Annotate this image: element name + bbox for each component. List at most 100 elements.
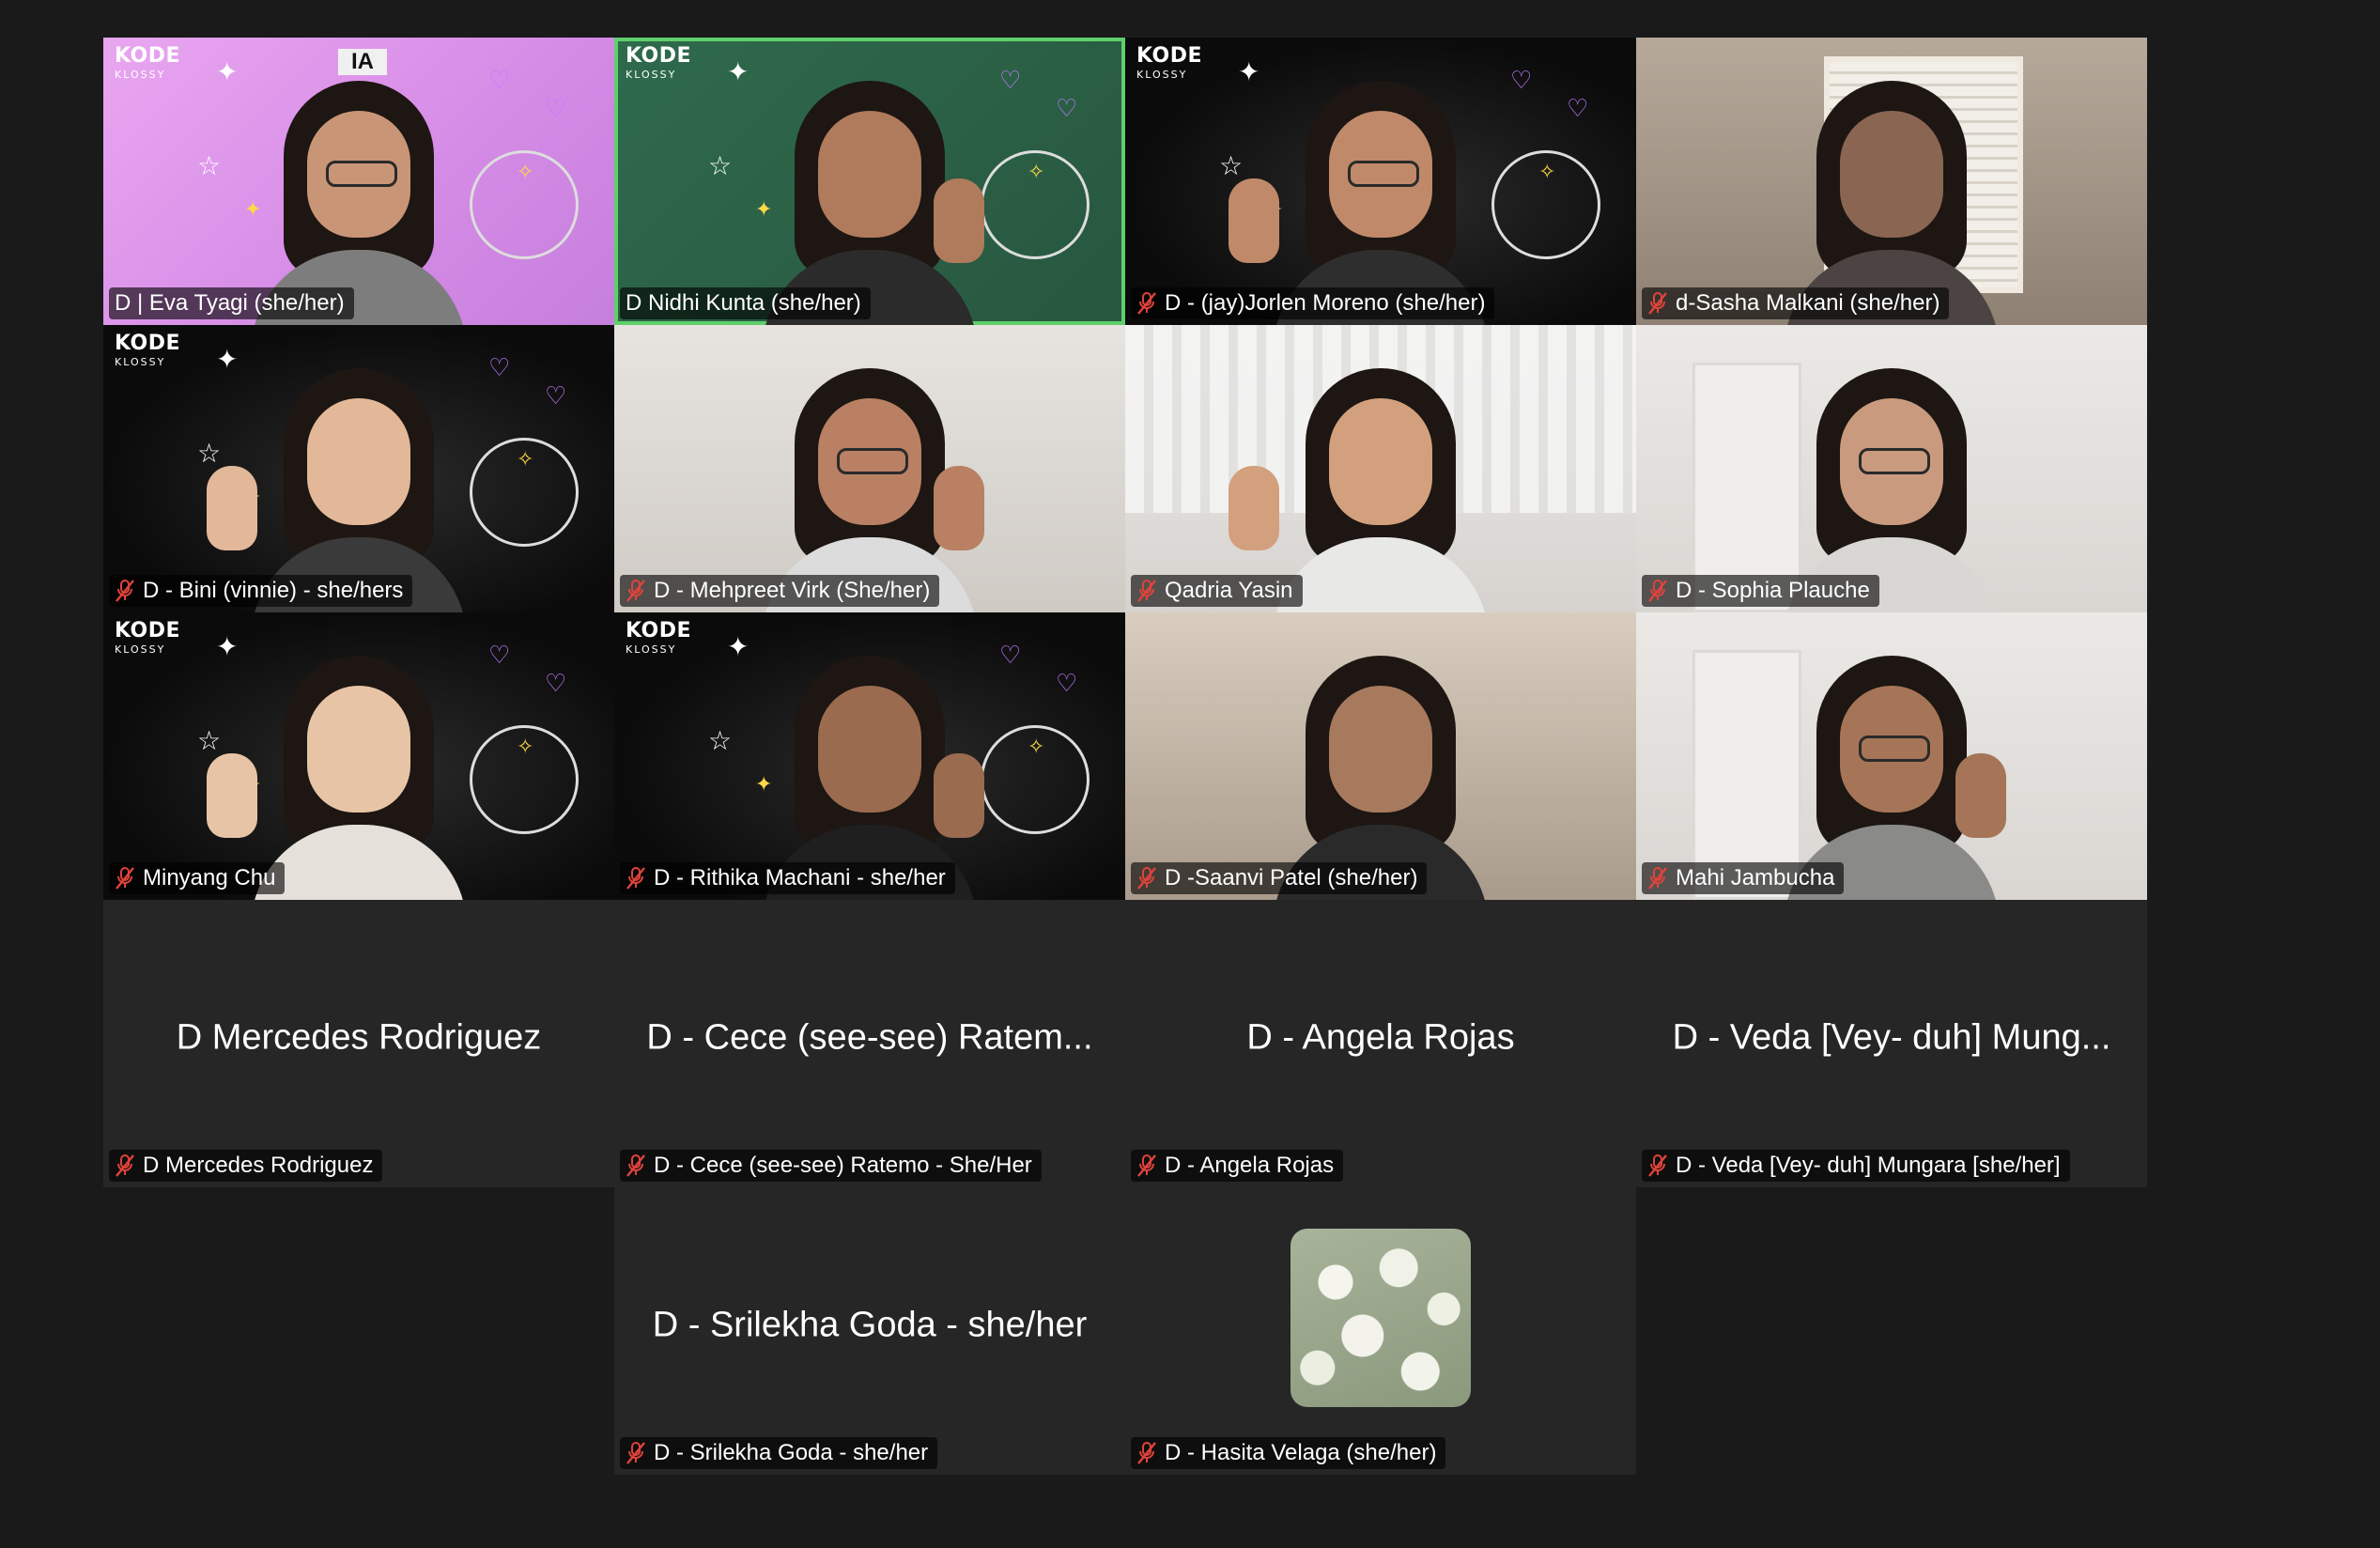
- tulip-photo-avatar: [1290, 1229, 1471, 1407]
- muted-microphone-icon: [1648, 867, 1667, 890]
- participant-tile[interactable]: KODEKLOSSY✦♡✧☆✦♡D - (jay)Jorlen Moreno (…: [1125, 38, 1636, 325]
- heart-sticker-icon: ♡: [488, 641, 511, 669]
- participant-tile[interactable]: d-Sasha Malkani (she/her): [1636, 38, 2147, 325]
- participant-display-name: D - Veda [Vey- duh] Mung...: [1672, 1017, 2111, 1058]
- participant-name-label: D - Hasita Velaga (she/her): [1131, 1437, 1446, 1469]
- participant-name-text: D | Eva Tyagi (she/her): [115, 290, 345, 316]
- hand-gesture: [1229, 178, 1279, 263]
- star-sticker-icon: ✦: [727, 632, 750, 661]
- hand-gesture: [934, 466, 984, 550]
- kode-klossy-logo: KODE KLOSSY: [626, 619, 692, 657]
- participant-name-label: D | Eva Tyagi (she/her): [109, 287, 354, 319]
- participant-tile[interactable]: KODEKLOSSY✦♡✧☆✦♡Minyang Chu: [103, 612, 614, 900]
- star-sticker-icon: ☆: [708, 726, 733, 755]
- participant-name-label: Mahi Jambucha: [1642, 862, 1845, 894]
- heart-sticker-icon: ♡: [1510, 66, 1533, 94]
- participant-name-label: D - Srilekha Goda - she/her: [620, 1437, 938, 1469]
- participant-tile[interactable]: D Mercedes Rodriguez D Mercedes Rodriguez: [103, 900, 614, 1187]
- participant-display-name: D - Srilekha Goda - she/her: [652, 1305, 1088, 1345]
- muted-microphone-icon: [1648, 292, 1667, 315]
- heart-sticker-icon: ♡: [545, 94, 567, 122]
- muted-microphone-icon: [626, 1442, 645, 1464]
- participant-name-label: D - Rithika Machani - she/her: [620, 862, 955, 894]
- hand-gesture: [1955, 753, 2006, 838]
- hand-gesture: [1229, 466, 1279, 550]
- participant-tile[interactable]: Mahi Jambucha: [1636, 612, 2147, 900]
- kode-klossy-logo: KODE KLOSSY: [115, 44, 181, 82]
- participant-name-text: Mahi Jambucha: [1676, 865, 1835, 890]
- muted-microphone-icon: [116, 580, 134, 602]
- participant-tile[interactable]: KODEKLOSSY✦♡✧☆✦♡D - Bini (vinnie) - she/…: [103, 325, 614, 612]
- spark-sticker-icon: ✧: [517, 447, 534, 471]
- star-sticker-icon: ☆: [1219, 151, 1244, 180]
- spark-sticker-icon: ✧: [517, 160, 534, 183]
- participant-name-label: D Nidhi Kunta (she/her): [620, 287, 871, 319]
- star-sticker-icon: ✦: [216, 57, 239, 86]
- participant-name-text: d-Sasha Malkani (she/her): [1676, 290, 1940, 316]
- participant-name-text: D - Sophia Plauche: [1676, 578, 1870, 603]
- participant-tile[interactable]: D - Cece (see-see) Ratem... D - Cece (see…: [614, 900, 1125, 1187]
- participant-tile[interactable]: Qadria Yasin: [1125, 325, 1636, 612]
- muted-microphone-icon: [116, 867, 134, 890]
- hand-gesture: [934, 178, 984, 263]
- kode-klossy-logo: KODE KLOSSY: [626, 44, 692, 82]
- participant-name-label: D - Cece (see-see) Ratemo - She/Her: [620, 1150, 1042, 1182]
- hand-gesture: [207, 466, 257, 550]
- heart-sticker-icon: ♡: [999, 66, 1022, 94]
- heart-sticker-icon: ♡: [545, 381, 567, 410]
- participant-name-text: D - Mehpreet Virk (She/her): [654, 578, 931, 603]
- zoom-gallery-view: KODE KLOSSY ✦ ♡ ✧ ☆ ✦ ♡ IA D | Eva Tyagi (she/her…: [0, 0, 2380, 1548]
- star-sticker-icon: ☆: [197, 439, 222, 468]
- spark-sticker-icon: ✧: [517, 735, 534, 758]
- star-sticker-icon: ✦: [216, 632, 239, 661]
- heart-sticker-icon: ♡: [545, 669, 567, 697]
- muted-microphone-icon: [1137, 867, 1156, 890]
- heart-sticker-icon: ♡: [488, 66, 511, 94]
- participant-tile[interactable]: D - Sophia Plauche: [1636, 325, 2147, 612]
- heart-sticker-icon: ♡: [1567, 94, 1589, 122]
- heart-sticker-icon: ♡: [1056, 94, 1078, 122]
- muted-microphone-icon: [1137, 1442, 1156, 1464]
- participant-tile[interactable]: KODE KLOSSY ✦ ♡ ✧ ☆ ✦ ♡ IA D | Eva Tyagi (she/her…: [103, 38, 614, 325]
- globe-sticker-icon: [981, 150, 1090, 259]
- participant-tile[interactable]: D -Saanvi Patel (she/her): [1125, 612, 1636, 900]
- participant-tile[interactable]: D - Mehpreet Virk (She/her): [614, 325, 1125, 612]
- kode-klossy-logo: KODE KLOSSY: [1136, 44, 1203, 82]
- participant-display-name: D - Cece (see-see) Ratem...: [646, 1017, 1093, 1058]
- hand-gesture: [934, 753, 984, 838]
- participant-tile[interactable]: D - Srilekha Goda - she/her D - Srilekha …: [614, 1187, 1125, 1475]
- hand-gesture: [207, 753, 257, 838]
- participant-name-label: Qadria Yasin: [1131, 575, 1303, 607]
- star-sticker-icon: ✦: [216, 345, 239, 374]
- participant-name-text: D - Srilekha Goda - she/her: [654, 1440, 929, 1465]
- participant-tile[interactable]: KODE KLOSSY ✦ ♡ ✧ ☆ ✦ ♡ D Nidhi Kunta (she/her): [614, 38, 1125, 325]
- participant-tile[interactable]: D - Hasita Velaga (she/her): [1125, 1187, 1636, 1475]
- participant-name-label: D - Veda [Vey- duh] Mungara [she/her]: [1642, 1150, 2070, 1182]
- muted-microphone-icon: [1137, 580, 1156, 602]
- participant-name-text: D Mercedes Rodriguez: [143, 1153, 374, 1178]
- star-sticker-icon: ☆: [197, 726, 222, 755]
- participant-video-person: [251, 646, 467, 900]
- participant-name-label: D - Bini (vinnie) - she/hers: [109, 575, 413, 607]
- participant-tile[interactable]: D - Veda [Vey- duh] Mung... D - Veda [Vey…: [1636, 900, 2147, 1187]
- participant-tile[interactable]: D - Angela Rojas D - Angela Rojas: [1125, 900, 1636, 1187]
- globe-sticker-icon: [981, 725, 1090, 834]
- participant-name-text: D - Veda [Vey- duh] Mungara [she/her]: [1676, 1153, 2061, 1178]
- participant-display-name: D - Angela Rojas: [1246, 1017, 1515, 1058]
- muted-microphone-icon: [116, 1154, 134, 1177]
- heart-sticker-icon: ♡: [1056, 669, 1078, 697]
- star-sticker-icon: ☆: [708, 151, 733, 180]
- participant-name-text: D - Rithika Machani - she/her: [654, 865, 946, 890]
- participant-name-text: D -Saanvi Patel (she/her): [1165, 865, 1418, 890]
- participant-name-label: D - (jay)Jorlen Moreno (she/her): [1131, 287, 1495, 319]
- globe-sticker-icon: [1491, 150, 1600, 259]
- muted-microphone-icon: [1648, 580, 1667, 602]
- participant-tile[interactable]: KODE KLOSSY ✦ ♡ ✧ ☆ ✦ ♡ D - Rithika Machani - sh…: [614, 612, 1125, 900]
- star-sticker-icon: ✦: [727, 57, 750, 86]
- muted-microphone-icon: [1137, 1154, 1156, 1177]
- star-sticker-icon: ✦: [1238, 57, 1260, 86]
- participant-name-label: D - Sophia Plauche: [1642, 575, 1879, 607]
- muted-microphone-icon: [626, 867, 645, 890]
- participant-name-label: D Mercedes Rodriguez: [109, 1150, 383, 1182]
- participant-video-person: [1273, 359, 1489, 612]
